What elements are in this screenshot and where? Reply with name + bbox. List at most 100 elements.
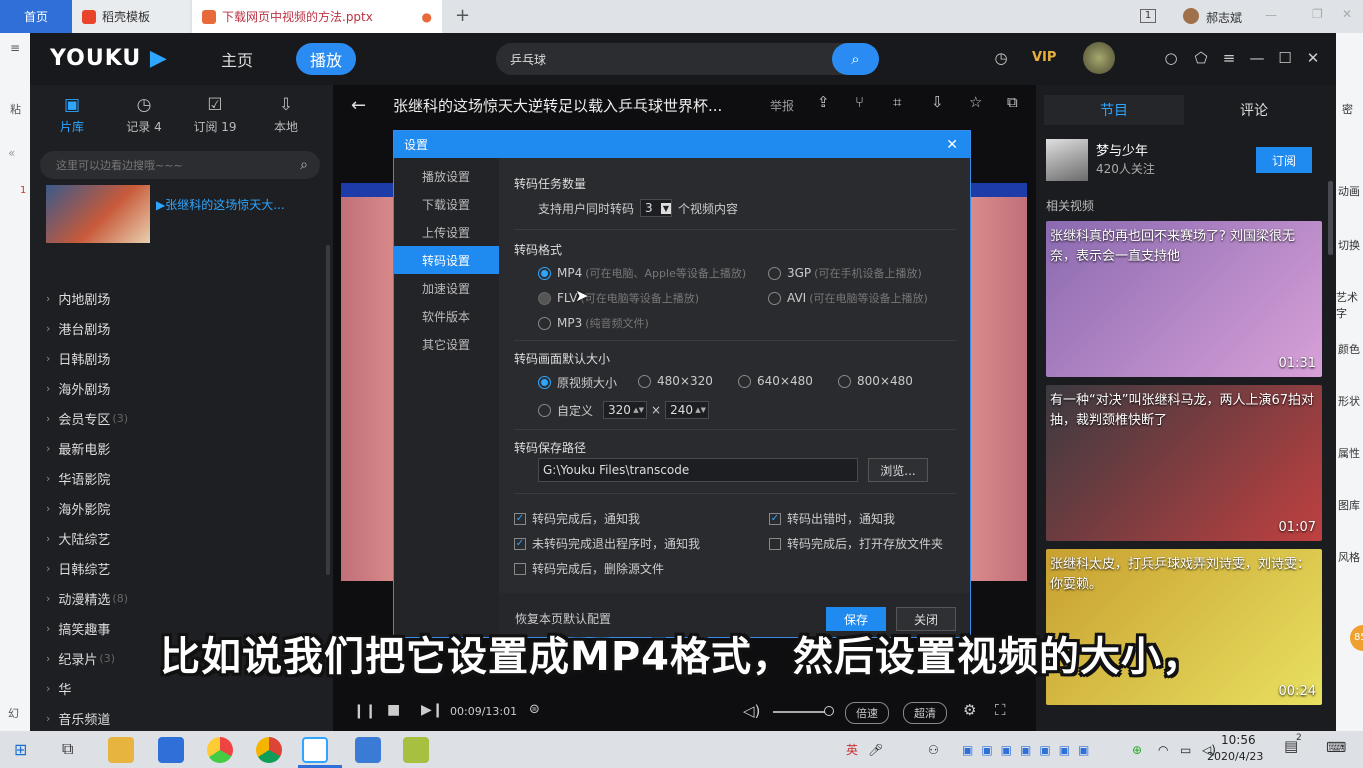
language-icon[interactable]: ⌨ (1326, 740, 1346, 756)
dialog-nav-item[interactable]: 下载设置 (394, 190, 499, 218)
tab-episodes[interactable]: 节目 (1044, 95, 1184, 125)
volume-handle[interactable] (824, 706, 834, 716)
clock-time[interactable]: 10:56 (1221, 733, 1256, 747)
notify-option[interactable]: ✓ 转码出错时，通知我 (769, 510, 895, 527)
sidebar-tab-library[interactable]: ▣ 片库 (42, 95, 102, 135)
custom-height-input[interactable]: 240 ▲▼ (665, 401, 710, 419)
close-icon[interactable]: ✕ (1302, 49, 1324, 69)
sidebar-category[interactable]: › 华语影院 (46, 467, 112, 489)
search-icon[interactable]: ⌕ (300, 157, 308, 173)
wifi-icon[interactable]: ◠ (1158, 731, 1168, 768)
volume-slider[interactable] (773, 711, 829, 713)
notify-option[interactable]: ✓ 转码完成后，通知我 (514, 510, 640, 527)
sidebar-tab-subscribe[interactable]: ☑ 订阅 19 (185, 95, 245, 135)
format-option[interactable]: MP4 (可在电脑、Apple等设备上播放) (538, 265, 746, 281)
speed-button[interactable]: 倍速 (845, 702, 889, 724)
panel-label[interactable]: 风格 (1338, 549, 1360, 565)
now-playing-thumbnail[interactable] (46, 185, 150, 243)
avatar[interactable] (1183, 8, 1199, 24)
size-option[interactable]: 原视频大小 (538, 374, 617, 391)
checkbox[interactable]: ✓ (514, 512, 526, 525)
panel-label[interactable]: 颜色 (1338, 341, 1360, 357)
sidebar-category[interactable]: › 日韩综艺 (46, 557, 112, 579)
spinner-icon[interactable]: ▲▼ (695, 406, 708, 414)
sidebar-category[interactable]: › 大陆综艺 (46, 527, 112, 549)
quality-button[interactable]: 超清 (903, 702, 947, 724)
dialog-nav-item[interactable]: 播放设置 (394, 162, 499, 190)
sidebar-category[interactable]: › 最新电影 (46, 437, 112, 459)
crop-icon[interactable]: ⌗ (893, 93, 901, 111)
dialog-nav-item[interactable]: 加速设置 (394, 274, 499, 302)
notify-option[interactable]: ✓ 未转码完成退出程序时，通知我 (514, 535, 700, 552)
menu-icon[interactable]: ≡ (1218, 49, 1240, 69)
file-explorer-icon[interactable] (108, 737, 134, 763)
format-option[interactable]: AVI (可在电脑等设备上播放) (768, 290, 928, 306)
format-option[interactable]: FLV (可在电脑等设备上播放) (538, 290, 699, 306)
star-icon[interactable]: ☆ (969, 93, 982, 111)
people-icon[interactable]: ⚇ (928, 731, 939, 768)
sidebar-category[interactable]: › 音乐频道 (46, 707, 112, 729)
panel-label[interactable]: 艺术字 (1336, 289, 1363, 321)
volume-icon[interactable]: ◁) (743, 702, 760, 720)
dialog-nav-item[interactable]: 上传设置 (394, 218, 499, 246)
search-button[interactable]: ⌕ (832, 43, 879, 75)
history-icon[interactable]: ◷ (990, 49, 1012, 69)
sidebar-category[interactable]: › 海外剧场 (46, 377, 112, 399)
browser-360-icon[interactable] (207, 737, 233, 763)
subscribe-button[interactable]: 订阅 (1256, 147, 1312, 173)
format-option[interactable]: 3GP (可在手机设备上播放) (768, 265, 922, 281)
size-option[interactable]: 640×480 (738, 374, 813, 388)
size-radio[interactable] (538, 376, 551, 389)
sidebar-tab-local[interactable]: ⇩ 本地 (256, 95, 316, 135)
battery-icon[interactable]: ▭ (1180, 731, 1191, 768)
minimize-icon[interactable]: — (1246, 49, 1268, 69)
next-icon[interactable]: ▶❙ (421, 702, 444, 718)
dialog-nav-item[interactable]: 转码设置 (394, 246, 499, 274)
tray-icons[interactable]: ▣▣▣▣▣▣▣ (962, 731, 1097, 768)
sidebar-category[interactable]: › 内地剧场 (46, 287, 112, 309)
minimize-icon[interactable]: — (1265, 8, 1277, 22)
clock-date[interactable]: 2020/4/23 (1207, 750, 1263, 763)
share-icon[interactable]: ⇪ (817, 93, 830, 111)
panel-label[interactable]: 切换 (1338, 237, 1360, 253)
vip-link[interactable]: VIP (1032, 50, 1056, 65)
format-radio[interactable] (538, 316, 551, 330)
dialog-nav-item[interactable]: 软件版本 (394, 302, 499, 330)
notify-option[interactable]: 转码完成后，打开存放文件夹 (769, 535, 943, 552)
sidebar-search-input[interactable]: 这里可以边看边搜哦~~~ ⌕ (40, 151, 320, 179)
notes-icon[interactable] (403, 737, 429, 763)
download-icon[interactable]: ⇩ (931, 93, 944, 111)
panel-label[interactable]: 属性 (1338, 445, 1360, 461)
new-tab-button[interactable]: + (455, 5, 470, 26)
panel-label[interactable]: 动画 (1338, 183, 1360, 199)
right-scrollbar[interactable] (1328, 181, 1333, 255)
pause-icon[interactable]: ❙❙ (353, 703, 376, 719)
browse-button[interactable]: 浏览... (868, 458, 928, 482)
search-input[interactable]: 乒乓球 (496, 43, 879, 75)
format-radio[interactable] (538, 266, 551, 280)
tab-comments[interactable]: 评论 (1184, 95, 1324, 125)
size-radio[interactable] (838, 374, 851, 388)
sidebar-category[interactable]: › 日韩剧场 (46, 347, 112, 369)
settings-icon[interactable]: ⚙ (963, 701, 976, 719)
sidebar-category[interactable]: › 会员专区 (3) (46, 407, 128, 429)
back-icon[interactable]: ← (351, 95, 366, 116)
nav-home[interactable]: 主页 (221, 47, 253, 71)
close-icon[interactable]: ✕ (946, 137, 958, 153)
panel-label[interactable]: 图库 (1338, 497, 1360, 513)
shirt-icon[interactable]: ⬠ (1190, 49, 1212, 69)
fork-icon[interactable]: ⑂ (855, 93, 864, 111)
custom-width-input[interactable]: 320 ▲▼ (603, 401, 648, 419)
sidebar-tab-history[interactable]: ◷ 记录 4 (114, 95, 174, 135)
fullscreen-icon[interactable]: ⛶ (995, 701, 1006, 719)
ime-indicator[interactable]: 英 (846, 731, 858, 768)
related-video-card[interactable]: 张继科真的再也回不来赛场了? 刘国梁很无奈，表示会一直支持他 01:31 (1046, 221, 1322, 377)
spinner-icon[interactable]: ▲▼ (633, 406, 646, 414)
size-radio[interactable] (738, 374, 751, 388)
checkbox[interactable] (769, 537, 781, 550)
panel-label[interactable]: 形状 (1338, 393, 1360, 409)
skin-icon[interactable]: ○ (1160, 49, 1182, 69)
tab-pptx[interactable]: 下载网页中视频的方法.pptx ● (192, 0, 442, 33)
nav-play[interactable]: 播放 (296, 43, 356, 75)
tab-home[interactable]: 首页 (0, 0, 72, 33)
